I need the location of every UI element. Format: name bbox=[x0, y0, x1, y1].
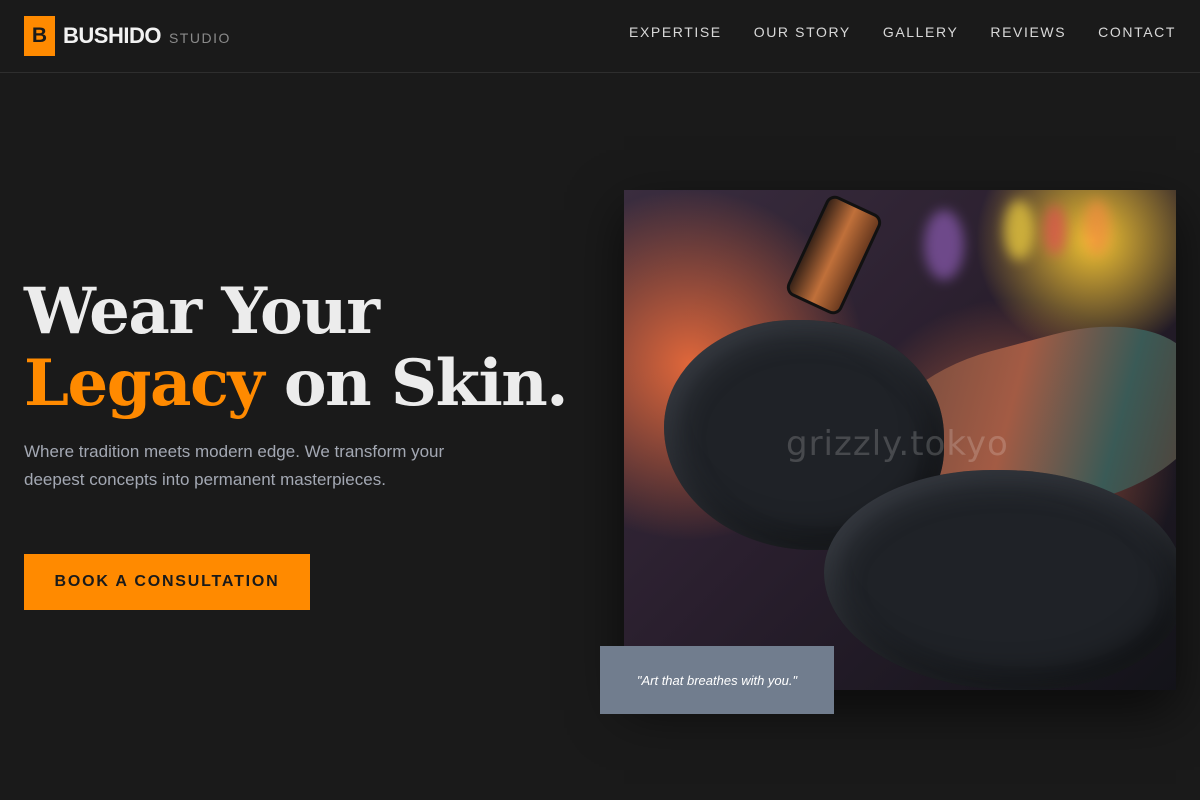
bokeh-light bbox=[1044, 205, 1066, 255]
bokeh-light bbox=[1084, 200, 1110, 255]
site-header: B BUSHIDO STUDIO EXPERTISE OUR STORY GAL… bbox=[0, 0, 1200, 73]
nav-link-contact[interactable]: CONTACT bbox=[1098, 24, 1176, 40]
bokeh-light bbox=[924, 210, 964, 280]
hero-image-tattoo-artist: grizzly.tokyo bbox=[624, 190, 1176, 690]
logo-subtitle: STUDIO bbox=[168, 29, 231, 46]
main-nav: EXPERTISE OUR STORY GALLERY REVIEWS CONT… bbox=[629, 24, 1176, 40]
tattoo-machine bbox=[783, 192, 885, 318]
nav-link-reviews[interactable]: REVIEWS bbox=[990, 24, 1066, 40]
hero-title: Wear Your Legacy on Skin. bbox=[24, 276, 584, 420]
image-watermark: grizzly.tokyo bbox=[786, 424, 1009, 464]
hero-description: Where tradition meets modern edge. We tr… bbox=[24, 442, 445, 489]
nav-link-our-story[interactable]: OUR STORY bbox=[754, 24, 851, 40]
brand-logo[interactable]: B BUSHIDO STUDIO bbox=[24, 16, 231, 56]
logo-mark: B bbox=[24, 16, 55, 56]
quote-text: "Art that breathes with you." bbox=[636, 672, 798, 688]
hero-title-rest: on Skin. bbox=[263, 346, 569, 421]
hero-title-line1: Wear Your bbox=[24, 274, 380, 349]
gloved-hand-right bbox=[824, 470, 1176, 690]
logo-name: BUSHIDO bbox=[63, 23, 161, 48]
hero-title-accent: Legacy bbox=[24, 346, 265, 421]
nav-link-gallery[interactable]: GALLERY bbox=[883, 24, 959, 40]
nav-link-expertise[interactable]: EXPERTISE bbox=[629, 24, 722, 40]
bokeh-light bbox=[1004, 200, 1034, 260]
quote-card: "Art that breathes with you." bbox=[600, 646, 834, 714]
book-consultation-button[interactable]: BOOK A CONSULTATION bbox=[24, 554, 310, 610]
